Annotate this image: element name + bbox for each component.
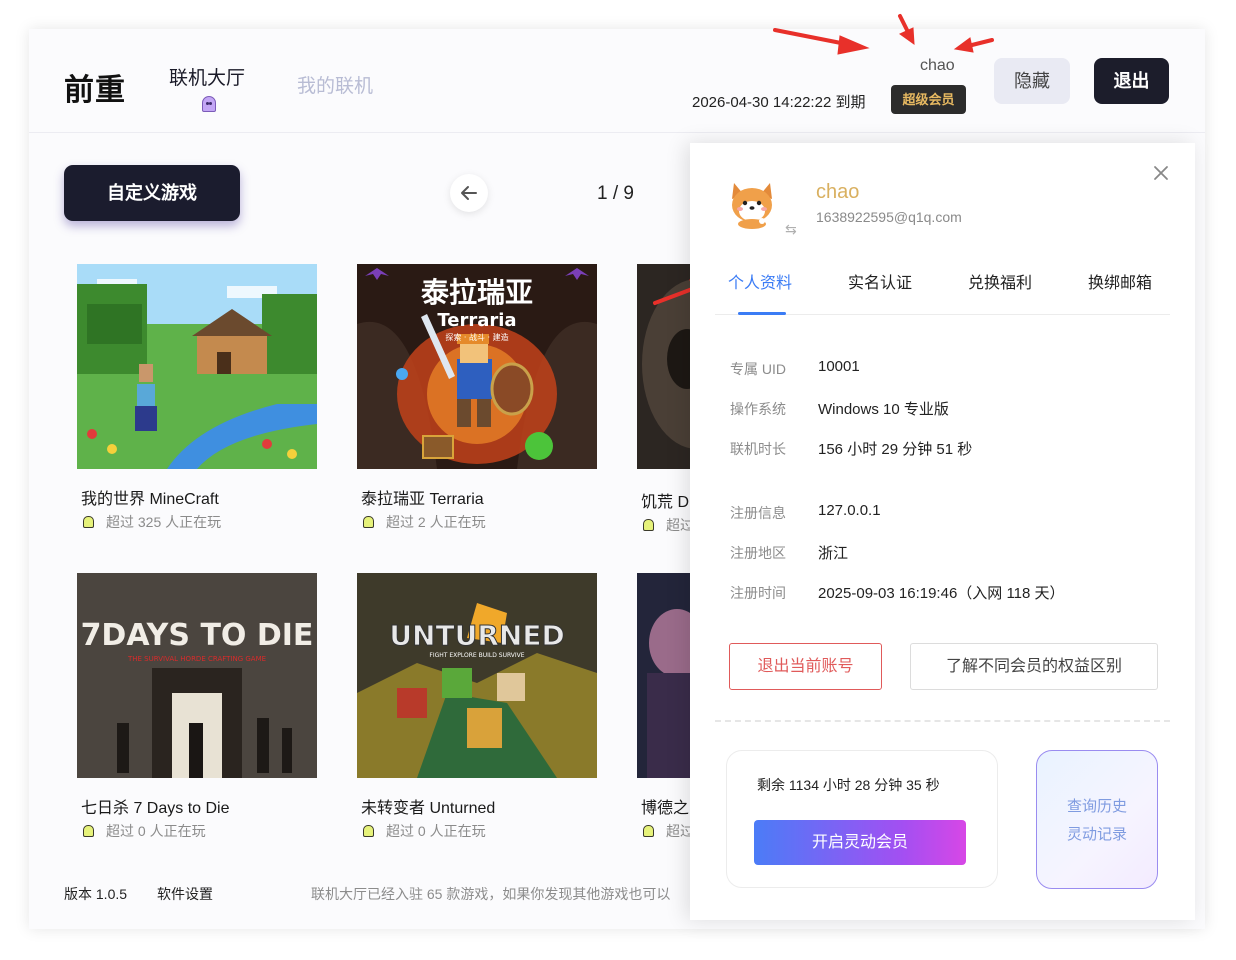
tab-change-email[interactable]: 换绑邮箱 — [1088, 269, 1152, 293]
tab-redeem[interactable]: 兑换福利 — [968, 269, 1032, 293]
active-tab-indicator — [738, 312, 786, 315]
annotation-arrow — [898, 14, 910, 34]
section-divider — [715, 720, 1170, 722]
uid-value: 10001 — [818, 358, 860, 375]
remaining-time: 剩余 1134 小时 28 分钟 35 秒 — [757, 777, 940, 793]
tab-profile[interactable]: 个人资料 — [728, 269, 792, 293]
uid-label: 专属 UID — [730, 361, 786, 377]
profile-name: chao — [816, 181, 860, 203]
register-time-value: 2025-09-03 16:19:46（入网 118 天） — [818, 585, 1065, 602]
register-region-value: 浙江 — [818, 545, 849, 562]
history-records-button[interactable]: 查询历史 灵动记录 — [1036, 750, 1158, 889]
tab-real-name[interactable]: 实名认证 — [848, 269, 912, 293]
annotation-arrow-head — [899, 27, 915, 46]
annotation-arrow-head — [837, 35, 870, 55]
logout-account-button[interactable]: 退出当前账号 — [729, 643, 882, 690]
annotation-arrow-head — [953, 37, 974, 53]
register-info-label: 注册信息 — [730, 505, 786, 521]
profile-email: 1638922595@q1q.com — [816, 209, 962, 225]
history-label-line2: 灵动记录 — [1066, 826, 1127, 843]
register-info-value: 127.0.0.1 — [818, 502, 881, 519]
membership-benefits-button[interactable]: 了解不同会员的权益区别 — [910, 643, 1158, 690]
annotation-arrow — [773, 28, 848, 46]
os-label: 操作系统 — [730, 401, 786, 417]
register-region-label: 注册地区 — [730, 545, 786, 561]
close-icon[interactable] — [1153, 165, 1169, 181]
history-label-line1: 查询历史 — [1066, 798, 1127, 815]
os-value: Windows 10 专业版 — [818, 401, 949, 418]
annotation-arrow — [653, 286, 697, 305]
open-vip-button[interactable]: 开启灵动会员 — [754, 820, 966, 865]
profile-panel: ⇆ chao 1638922595@q1q.com 个人资料 实名认证 兑换福利… — [690, 143, 1195, 920]
switch-account-icon[interactable]: ⇆ — [785, 221, 797, 238]
online-duration-value: 156 小时 29 分钟 51 秒 — [818, 441, 973, 458]
online-duration-label: 联机时长 — [730, 441, 786, 457]
remaining-time-card: 剩余 1134 小时 28 分钟 35 秒 开启灵动会员 — [726, 750, 998, 888]
shiba-avatar-icon[interactable] — [726, 177, 778, 229]
register-time-label: 注册时间 — [730, 585, 786, 601]
